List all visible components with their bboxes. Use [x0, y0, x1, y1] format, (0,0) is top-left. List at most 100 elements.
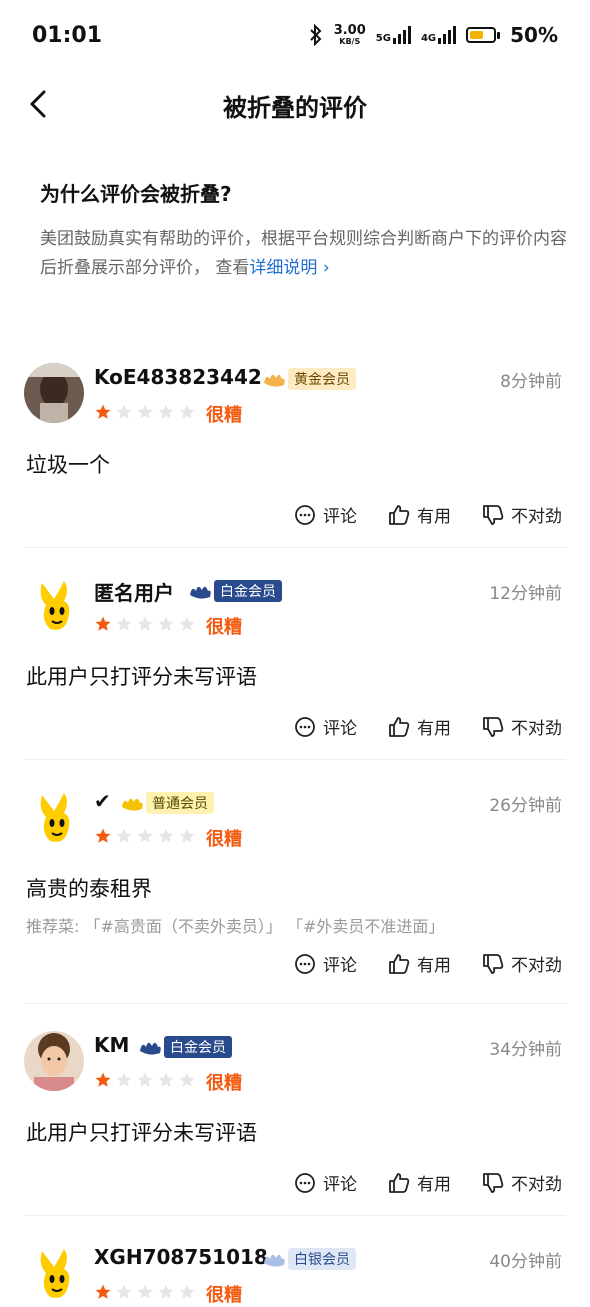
divider	[24, 759, 566, 760]
rating-label: 很糟	[206, 617, 242, 638]
member-crown-icon	[264, 374, 285, 387]
review-time: 40分钟前	[489, 1252, 562, 1272]
rating-label: 很糟	[206, 829, 242, 850]
thumbs-down-icon	[483, 716, 504, 737]
reviewer-name[interactable]: ✔	[94, 789, 111, 813]
thumbs-down-icon	[483, 504, 504, 525]
star-empty-icon	[116, 404, 132, 419]
star-empty-icon	[116, 1072, 132, 1087]
useful-button[interactable]: 有用	[387, 951, 451, 976]
page-title: 被折叠的评价	[223, 94, 367, 122]
signal-5g: 5G	[376, 26, 411, 44]
review-actions: 评论 有用 不对劲	[293, 1170, 562, 1195]
signal-bars-icon	[438, 26, 457, 44]
net-speed: 3.00 KB/S	[333, 22, 366, 46]
fold-explanation: 为什么评价会被折叠? 美团鼓励真实有帮助的评价，根据平台规则综合判断商户下的评价…	[40, 178, 570, 283]
thumbs-up-icon	[389, 504, 410, 525]
explain-title: 为什么评价会被折叠?	[40, 182, 232, 206]
wrong-button[interactable]: 不对劲	[481, 1170, 562, 1195]
reviewer-name[interactable]: XGH708751018	[94, 1245, 268, 1269]
comment-button[interactable]: 评论	[293, 714, 357, 739]
star-filled-icon	[95, 404, 111, 419]
signal-bars-icon	[392, 26, 411, 44]
review-text: 高贵的泰租界	[26, 877, 152, 901]
thumbs-down-icon	[483, 1172, 504, 1193]
comment-button[interactable]: 评论	[293, 502, 357, 527]
wrong-button[interactable]: 不对劲	[481, 951, 562, 976]
chevron-right-icon: ›	[322, 258, 330, 278]
star-empty-icon	[137, 1072, 153, 1087]
status-time: 01:01	[32, 22, 103, 48]
review-text: 此用户只打评分未写评语	[26, 665, 257, 689]
star-empty-icon	[158, 616, 174, 631]
bluetooth-icon	[309, 24, 322, 46]
comment-button[interactable]: 评论	[293, 1170, 357, 1195]
nav-bar: 被折叠的评价	[0, 70, 590, 140]
comment-icon	[295, 716, 315, 737]
useful-button[interactable]: 有用	[387, 502, 451, 527]
useful-button[interactable]: 有用	[387, 714, 451, 739]
reviewer-name[interactable]: KM	[94, 1033, 129, 1057]
star-rating	[94, 827, 196, 845]
star-empty-icon	[116, 828, 132, 843]
signal-4g: 4G	[421, 26, 457, 44]
review-actions: 评论 有用 不对劲	[293, 951, 562, 976]
details-link[interactable]: 详细说明 ›	[249, 258, 329, 278]
avatar[interactable]	[24, 1243, 84, 1303]
star-empty-icon	[179, 1284, 195, 1299]
comment-button[interactable]: 评论	[293, 951, 357, 976]
star-empty-icon	[137, 828, 153, 843]
star-empty-icon	[158, 1284, 174, 1299]
star-empty-icon	[137, 616, 153, 631]
star-rating	[94, 403, 196, 421]
star-empty-icon	[137, 404, 153, 419]
avatar[interactable]	[24, 575, 84, 635]
thumbs-down-icon	[483, 953, 504, 974]
review-time: 12分钟前	[489, 584, 562, 604]
wrong-button[interactable]: 不对劲	[481, 714, 562, 739]
review-time: 26分钟前	[489, 796, 562, 816]
avatar[interactable]	[24, 787, 84, 847]
status-icons: 3.00 KB/S 5G 4G 50%	[308, 23, 558, 47]
star-filled-icon	[95, 1284, 111, 1299]
star-filled-icon	[95, 828, 111, 843]
review-actions: 评论 有用 不对劲	[293, 714, 562, 739]
divider	[24, 1003, 566, 1004]
status-bar: 01:01 3.00 KB/S 5G 4G 50%	[0, 0, 590, 70]
review-time: 8分钟前	[500, 372, 562, 392]
comment-icon	[295, 1172, 315, 1193]
star-rating	[94, 1071, 196, 1089]
wrong-button[interactable]: 不对劲	[481, 502, 562, 527]
review-time: 34分钟前	[489, 1040, 562, 1060]
reviewer-name[interactable]: 匿名用户	[94, 577, 174, 606]
useful-button[interactable]: 有用	[387, 1170, 451, 1195]
thumbs-up-icon	[389, 953, 410, 974]
comment-icon	[295, 504, 315, 525]
recommended-dishes[interactable]: 推荐菜: 「#高贵面（不卖外卖员）」 「#外卖员不准进面」	[26, 913, 444, 937]
member-crown-icon	[264, 1254, 285, 1267]
star-empty-icon	[158, 1072, 174, 1087]
review-text: 垃圾一个	[26, 453, 110, 477]
star-empty-icon	[179, 828, 195, 843]
star-empty-icon	[137, 1284, 153, 1299]
star-empty-icon	[179, 404, 195, 419]
member-crown-icon	[190, 586, 211, 599]
thumbs-up-icon	[389, 716, 410, 737]
thumbs-up-icon	[389, 1172, 410, 1193]
member-badge: 黄金会员	[262, 367, 356, 391]
review-text: 此用户只打评分未写评语	[26, 1121, 257, 1145]
star-empty-icon	[158, 828, 174, 843]
member-badge: 白银会员	[262, 1247, 356, 1271]
avatar[interactable]	[24, 1031, 84, 1091]
star-rating	[94, 615, 196, 633]
member-badge: 普通会员	[120, 791, 214, 815]
comment-icon	[295, 953, 315, 974]
member-crown-icon	[140, 1042, 161, 1055]
rating-label: 很糟	[206, 405, 242, 426]
star-empty-icon	[116, 1284, 132, 1299]
star-empty-icon	[179, 1072, 195, 1087]
avatar[interactable]	[24, 363, 84, 423]
member-crown-icon	[122, 798, 143, 811]
divider	[24, 1215, 566, 1216]
reviewer-name[interactable]: KoE483823442	[94, 365, 262, 389]
